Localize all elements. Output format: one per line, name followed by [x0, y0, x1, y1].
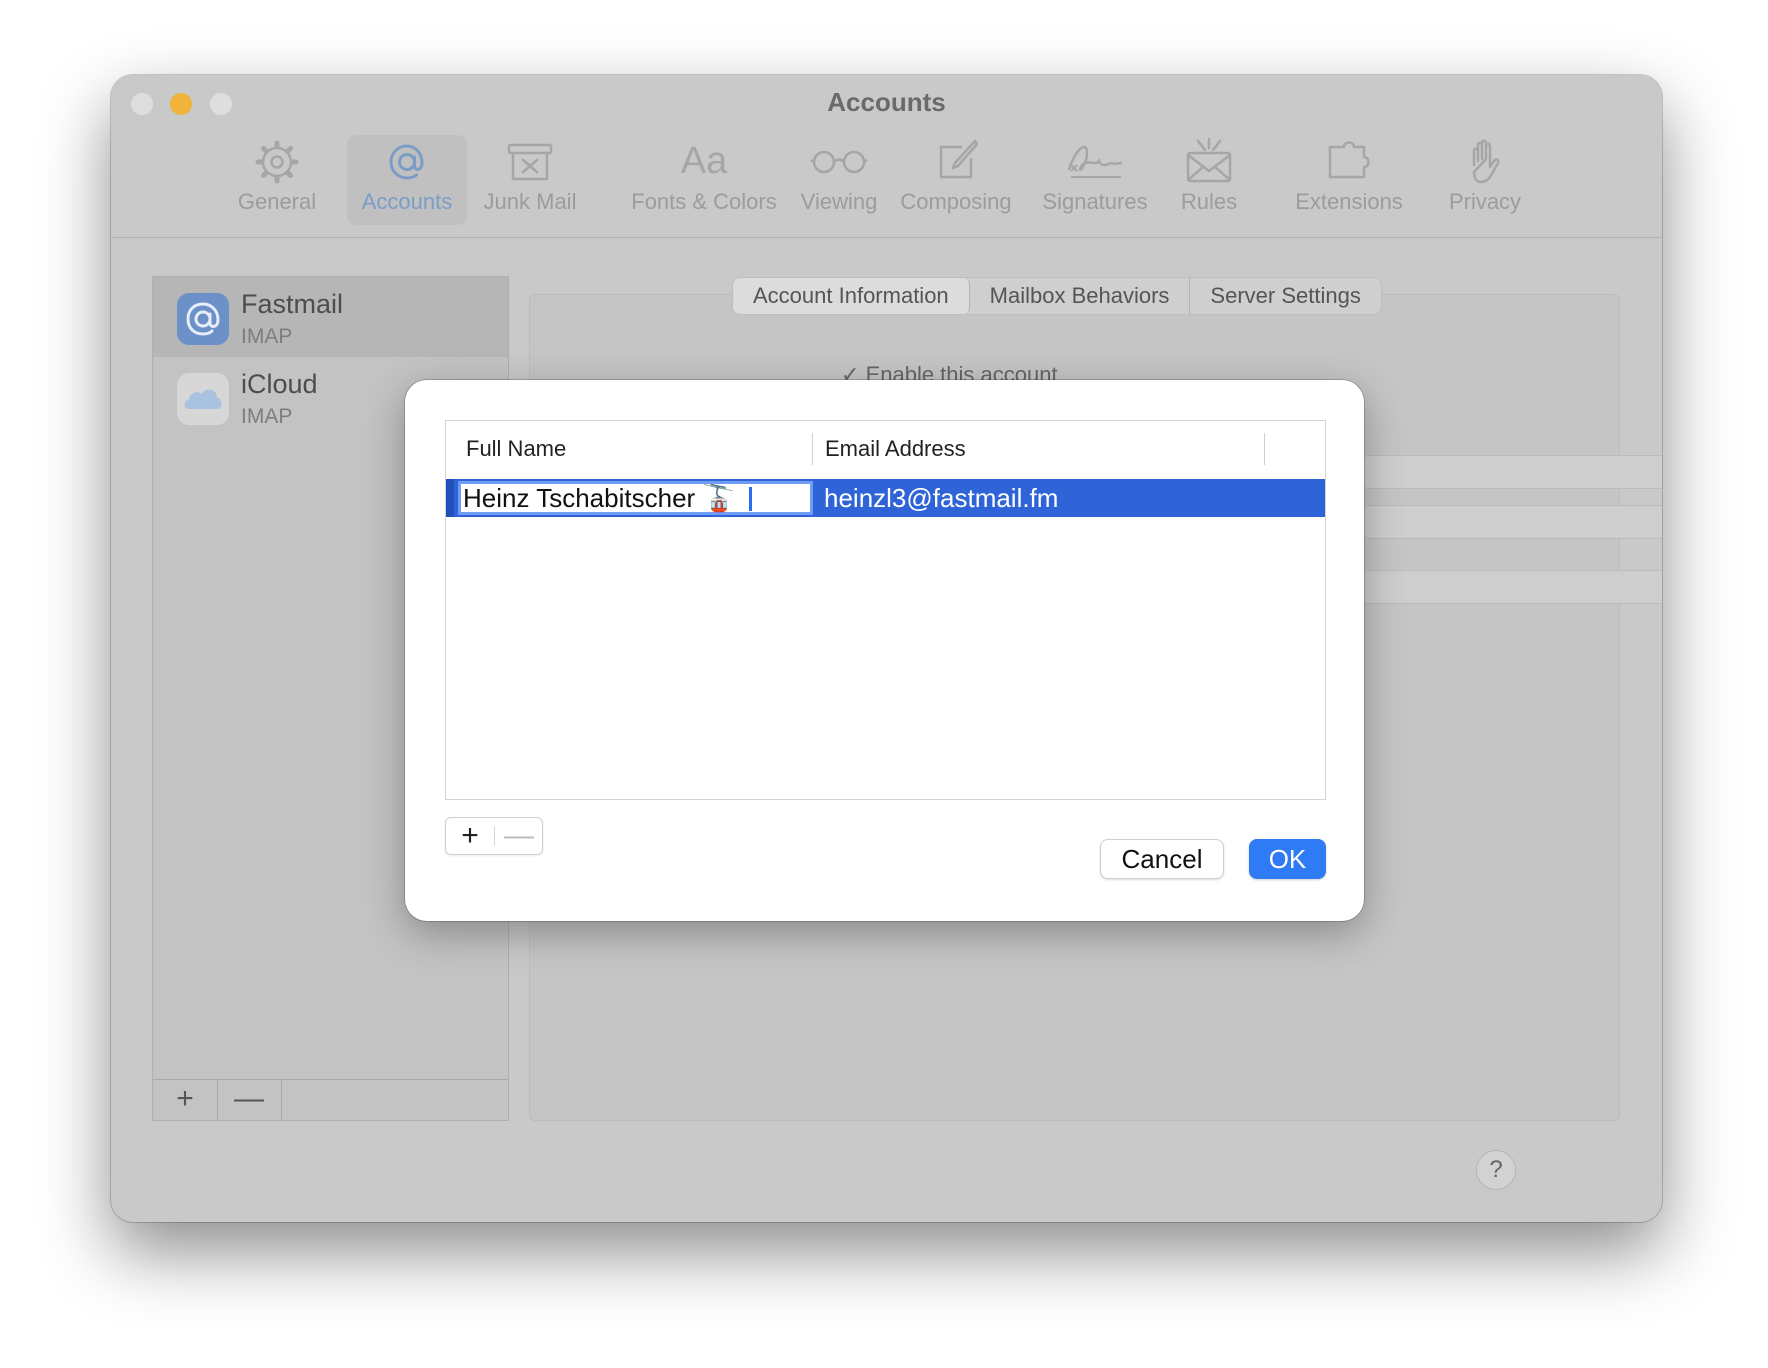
text-caret: [749, 487, 752, 511]
window-title: Accounts: [827, 87, 946, 117]
chevron-updown-icon: ⌃: [1659, 575, 1662, 595]
enable-account-label: Enable this account: [865, 362, 1058, 382]
toolbar-signatures-label: Signatures: [1042, 189, 1148, 214]
preferences-toolbar: General Accounts Junk Mail Aa Fonts & Co…: [111, 135, 1662, 230]
full-name-input[interactable]: Heinz Tschabitscher 🚡: [458, 481, 813, 515]
toolbar-general[interactable]: General: [230, 135, 324, 225]
toolbar-signatures[interactable]: Signatures: [1035, 135, 1155, 225]
toolbar-extensions-label: Extensions: [1295, 189, 1403, 214]
cloud-icon: [177, 373, 229, 425]
toolbar-accounts-label: Accounts: [361, 189, 453, 214]
full-name-value: Heinz Tschabitscher 🚡: [463, 483, 735, 513]
toolbar-viewing-label: Viewing: [800, 189, 878, 214]
enable-account-row[interactable]: ✓ Enable this account: [841, 362, 1058, 382]
remove-account-button[interactable]: —: [217, 1080, 282, 1120]
tab-mailbox-behaviors[interactable]: Mailbox Behaviors: [970, 278, 1191, 314]
add-remove-control: + —: [445, 817, 543, 855]
fonts-icon: Aa: [680, 140, 728, 182]
remove-address-button[interactable]: —: [495, 818, 543, 854]
full-name-popup[interactable]: ⌃: [1363, 570, 1662, 604]
tab-account-information[interactable]: Account Information: [733, 278, 970, 314]
toolbar-junk-mail-label: Junk Mail: [483, 189, 577, 214]
compose-icon: [939, 139, 979, 179]
add-account-button[interactable]: +: [153, 1080, 218, 1120]
account-name: iCloud: [241, 369, 318, 399]
ok-button[interactable]: OK: [1249, 839, 1326, 879]
at-icon: [389, 144, 424, 180]
table-row[interactable]: Heinz Tschabitscher 🚡 heinzl3@fastmail.f…: [446, 479, 1325, 517]
email-address-cell[interactable]: heinzl3@fastmail.fm: [818, 479, 1058, 517]
rules-icon: [1186, 137, 1232, 183]
toolbar-rules[interactable]: Rules: [1174, 135, 1244, 225]
chevron-updown-icon: ⌃: [1659, 510, 1662, 530]
junk-mail-icon: [507, 143, 553, 181]
toolbar-general-label: General: [237, 189, 317, 214]
gear-icon: [255, 140, 299, 184]
sidebar-footer: + —: [153, 1079, 508, 1120]
email-address-popup[interactable]: ⌃: [1363, 505, 1662, 539]
toolbar-rules-label: Rules: [1180, 189, 1238, 214]
add-address-button[interactable]: +: [446, 818, 494, 854]
edit-email-addresses-dialog: Full Name Email Address Heinz Tschabitsc…: [405, 380, 1364, 921]
glasses-icon: [810, 150, 868, 174]
at-icon: [177, 293, 229, 345]
column-divider: [1264, 433, 1265, 465]
tab-server-settings[interactable]: Server Settings: [1190, 278, 1380, 314]
checkmark-icon: ✓: [841, 362, 860, 382]
account-tabs: Account Information Mailbox Behaviors Se…: [732, 277, 1382, 315]
email-addresses-table: Full Name Email Address Heinz Tschabitsc…: [445, 420, 1326, 800]
toolbar-fonts-colors-label: Fonts & Colors: [631, 189, 777, 214]
toolbar-fonts-colors[interactable]: Aa Fonts & Colors: [608, 135, 800, 225]
column-header-email-address[interactable]: Email Address: [813, 421, 1263, 477]
toolbar-composing[interactable]: Composing: [894, 135, 1018, 225]
toolbar-extensions[interactable]: Extensions: [1284, 135, 1414, 225]
description-field[interactable]: [1363, 455, 1662, 489]
signature-icon: [1067, 145, 1123, 178]
column-header-full-name[interactable]: Full Name: [446, 421, 811, 477]
toolbar-junk-mail[interactable]: Junk Mail: [478, 135, 582, 225]
help-button[interactable]: ?: [1476, 1150, 1516, 1190]
title-bar: Accounts General Accounts Junk Mail Aa F…: [111, 75, 1662, 238]
account-name: Fastmail: [241, 289, 344, 319]
cancel-button[interactable]: Cancel: [1100, 839, 1224, 879]
account-item-fastmail[interactable]: Fastmail IMAP: [153, 277, 508, 357]
toolbar-privacy-label: Privacy: [1448, 189, 1522, 214]
toolbar-composing-label: Composing: [900, 189, 1012, 214]
row-focus-marker: [446, 479, 454, 517]
account-type: IMAP: [241, 325, 293, 348]
toolbar-privacy[interactable]: Privacy: [1445, 135, 1525, 225]
toolbar-viewing[interactable]: Viewing: [789, 135, 889, 225]
account-type: IMAP: [241, 405, 293, 428]
toolbar-accounts[interactable]: Accounts: [347, 135, 467, 225]
puzzle-icon: [1328, 141, 1370, 179]
hand-icon: [1472, 139, 1500, 184]
